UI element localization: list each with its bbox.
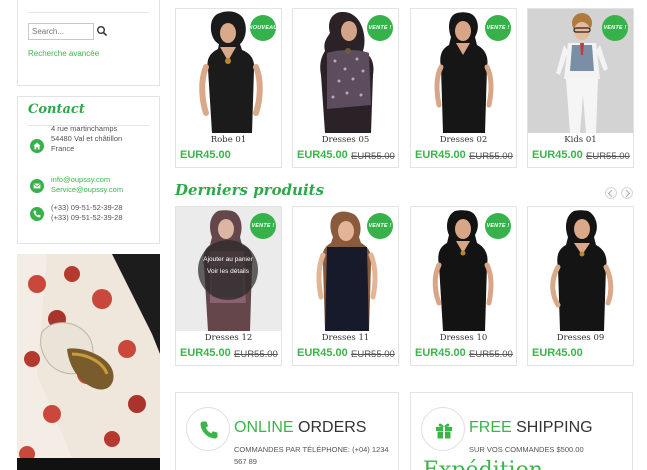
product-badge: VENTE !	[485, 213, 511, 239]
feature-title-highlight: ONLINE	[234, 419, 294, 436]
product-image[interactable]: VENTE !	[293, 9, 398, 133]
add-to-cart-link[interactable]: Ajouter au panier	[198, 256, 258, 263]
quick-actions-overlay: Ajouter au panier Voir les détails	[198, 240, 258, 300]
product-old-price: EUR55.00	[351, 349, 395, 360]
view-details-link[interactable]: Voir les détails	[198, 268, 258, 275]
partial-heading: Expédition	[423, 458, 543, 470]
promo-banner-image[interactable]	[17, 254, 160, 470]
product-price: EUR45.00	[297, 347, 348, 359]
product-name[interactable]: Dresses 02	[411, 135, 516, 145]
feature-title: ONLINE ORDERS	[234, 419, 366, 437]
page: Recherche avancée Contact 4 rue martinch…	[0, 0, 647, 470]
search-icon[interactable]	[96, 25, 108, 37]
phone-icon	[30, 207, 44, 221]
product-price: EUR45.00	[532, 149, 583, 161]
product-image[interactable]: NOUVEAU	[176, 9, 281, 133]
product-image[interactable]	[528, 207, 633, 331]
product-name[interactable]: Dresses 09	[528, 333, 633, 343]
contact-title: Contact	[28, 102, 85, 117]
product-price: EUR45.00	[532, 347, 583, 359]
product-old-price: EUR55.00	[234, 349, 278, 360]
product-price: EUR45.00	[415, 149, 466, 161]
product-image[interactable]: VENTE !	[411, 207, 516, 331]
product-image[interactable]: VENTE !	[411, 9, 516, 133]
advanced-search-link[interactable]: Recherche avancée	[28, 49, 99, 58]
product-badge: VENTE !	[367, 213, 393, 239]
product-name[interactable]: Dresses 10	[411, 333, 516, 343]
contact-box: Contact 4 rue martinchamps 54480 Val et …	[17, 96, 160, 244]
product-image[interactable]: VENTE !	[528, 9, 633, 133]
product-price: EUR45.00	[180, 347, 231, 359]
product-old-price: EUR55.00	[469, 151, 513, 162]
product-badge: VENTE !	[367, 15, 393, 41]
product-old-price: EUR55.00	[586, 151, 630, 162]
divider	[28, 12, 149, 13]
product-name[interactable]: Dresses 12	[176, 333, 281, 343]
feature-title-rest: ORDERS	[293, 419, 367, 436]
product-card[interactable]: VENTE ! Dresses 02 EUR45.00 EUR55.00	[410, 8, 517, 168]
phone-number: (+33) 09-51-52-39-28	[51, 203, 123, 212]
product-card[interactable]: Dresses 09 EUR45.00	[527, 206, 634, 366]
feature-subtitle: SUR VOS COMMANDES $500.00	[469, 445, 584, 454]
product-card[interactable]: NOUVEAU Robe 01 EUR45.00	[175, 8, 282, 168]
product-old-price: EUR55.00	[469, 349, 513, 360]
product-name[interactable]: Dresses 05	[293, 135, 398, 145]
phone-number: (+33) 09-51-52-39-28	[51, 213, 123, 222]
carousel-prev-button[interactable]	[605, 187, 617, 199]
product-card[interactable]: VENTE ! Dresses 05 EUR45.00 EUR55.00	[292, 8, 399, 168]
product-image[interactable]: Ajouter au panier Voir les détails VENTE…	[176, 207, 281, 331]
address-line: 54480 Val et châtillon	[51, 134, 123, 143]
feature-online-orders: ONLINE ORDERS COMMANDES PAR TÉLÉPHONE: (…	[175, 392, 399, 470]
product-card[interactable]: VENTE ! Kids 01 EUR45.00 EUR55.00	[527, 8, 634, 168]
contact-emails: info@oupssy.com Service@oupssy.com	[51, 175, 123, 195]
email-icon	[30, 179, 44, 193]
product-price: EUR45.00	[297, 149, 348, 161]
product-badge: NOUVEAU	[249, 15, 277, 41]
product-name[interactable]: Dresses 11	[293, 333, 398, 343]
section-title-latest-products: Derniers produits	[175, 181, 325, 199]
product-badge: VENTE !	[485, 15, 511, 41]
product-card[interactable]: Ajouter au panier Voir les détails VENTE…	[175, 206, 282, 366]
product-name[interactable]: Kids 01	[528, 135, 633, 145]
contact-phones: (+33) 09-51-52-39-28 (+33) 09-51-52-39-2…	[51, 203, 123, 223]
address-line: 4 rue martinchamps	[51, 124, 118, 133]
home-icon	[30, 139, 44, 153]
product-name[interactable]: Robe 01	[176, 135, 281, 145]
product-badge: VENTE !	[602, 15, 628, 41]
search-input[interactable]	[28, 23, 94, 40]
product-card[interactable]: VENTE ! Dresses 11 EUR45.00 EUR55.00	[292, 206, 399, 366]
gift-icon	[436, 423, 452, 439]
product-badge: VENTE !	[250, 213, 276, 239]
carousel-next-button[interactable]	[621, 187, 633, 199]
email-link[interactable]: info@oupssy.com	[51, 175, 123, 185]
feature-title: FREE SHIPPING	[469, 419, 593, 437]
phone-icon	[200, 421, 218, 439]
address-line: France	[51, 144, 75, 153]
email-link[interactable]: Service@oupssy.com	[51, 185, 123, 195]
product-image[interactable]: VENTE !	[293, 207, 398, 331]
feature-icon-circle	[421, 407, 465, 451]
feature-title-highlight: FREE	[469, 419, 512, 436]
product-price: EUR45.00	[180, 149, 231, 161]
product-card[interactable]: VENTE ! Dresses 10 EUR45.00 EUR55.00	[410, 206, 517, 366]
feature-title-rest: SHIPPING	[511, 419, 593, 436]
feature-subtitle: COMMANDES PAR TÉLÉPHONE: (+04) 1234 567 …	[234, 445, 389, 466]
contact-address: 4 rue martinchamps 54480 Val et châtillo…	[51, 124, 122, 154]
product-price: EUR45.00	[415, 347, 466, 359]
feature-icon-circle	[186, 407, 230, 451]
product-old-price: EUR55.00	[351, 151, 395, 162]
search-box: Recherche avancée	[17, 0, 160, 86]
